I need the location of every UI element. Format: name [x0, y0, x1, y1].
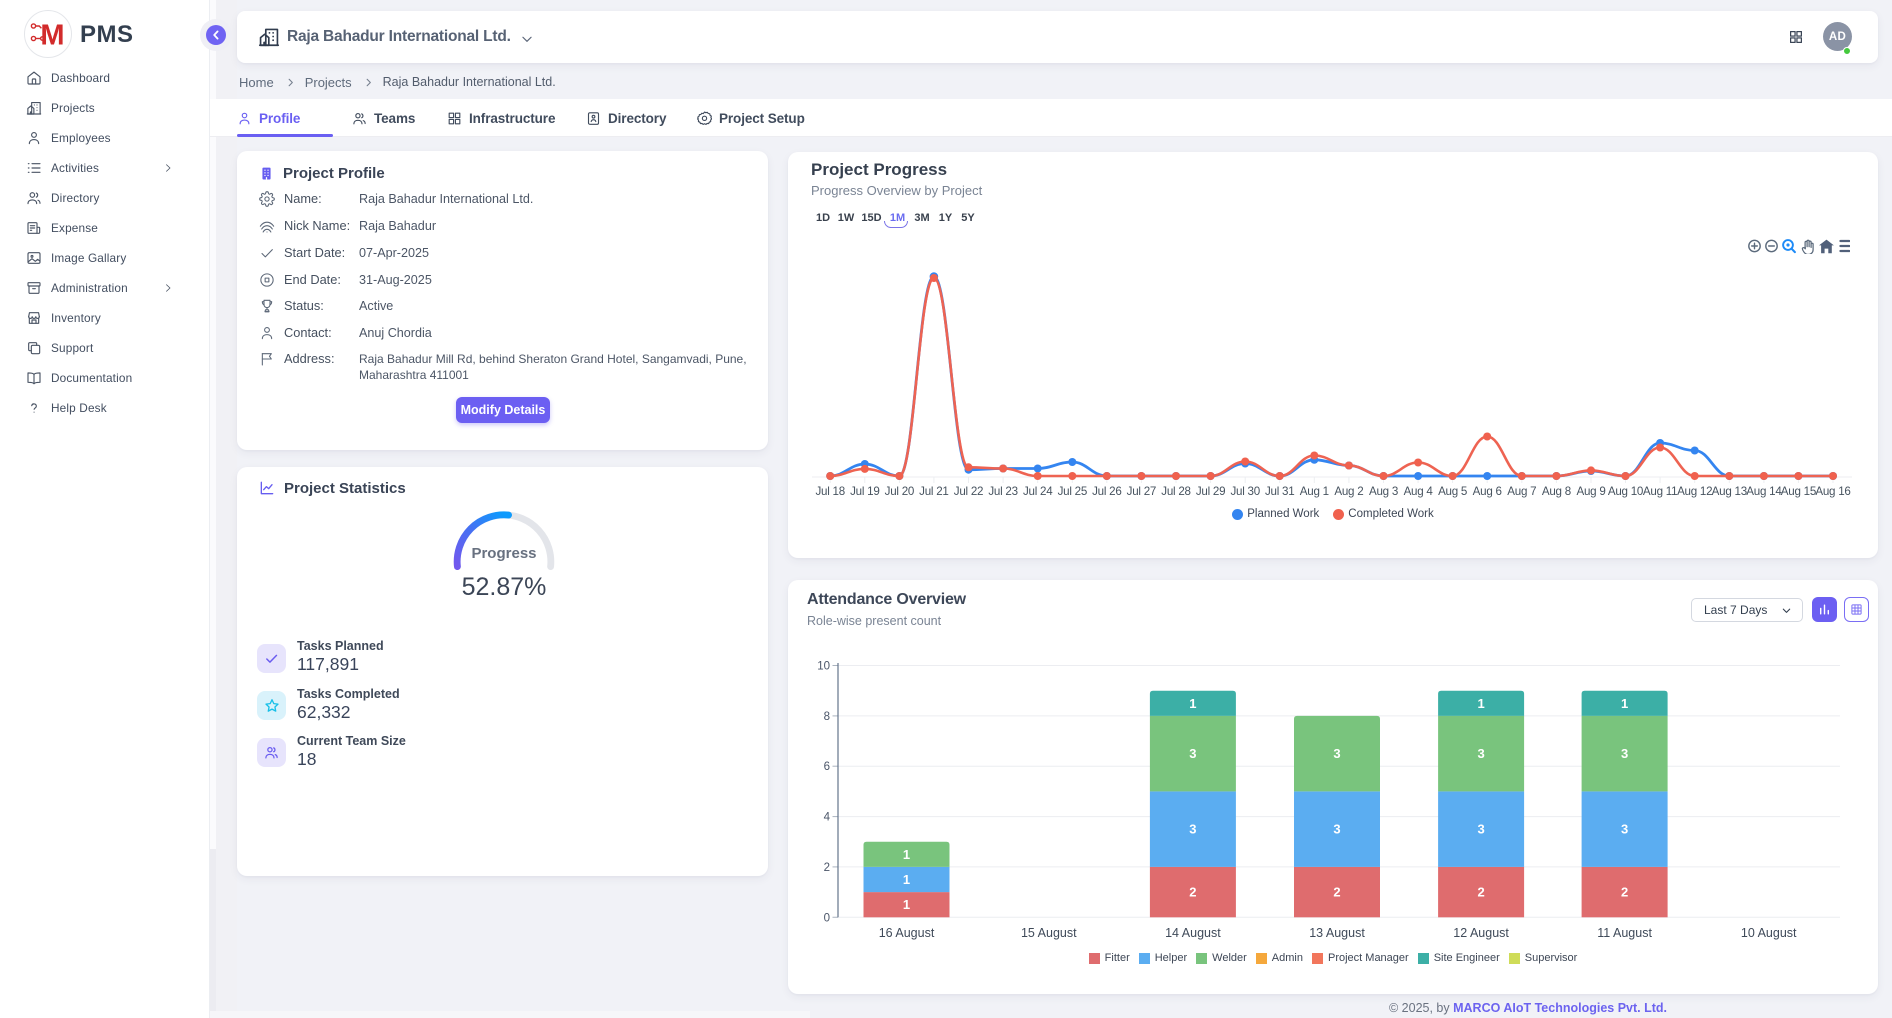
svg-text:15 August: 15 August [1021, 926, 1077, 940]
svg-text:Aug 4: Aug 4 [1404, 485, 1434, 498]
svg-text:14 August: 14 August [1165, 926, 1221, 940]
svg-text:3: 3 [1333, 746, 1340, 761]
svg-text:3: 3 [1189, 746, 1196, 761]
svg-text:Jul 30: Jul 30 [1230, 485, 1259, 498]
svg-text:1: 1 [903, 872, 910, 887]
svg-text:16 August: 16 August [879, 926, 935, 940]
svg-text:4: 4 [824, 812, 831, 824]
svg-text:Jul 26: Jul 26 [1092, 485, 1121, 498]
svg-text:0: 0 [824, 912, 830, 924]
svg-text:6: 6 [824, 761, 830, 773]
svg-text:Aug 9: Aug 9 [1576, 485, 1605, 498]
svg-text:Jul 18: Jul 18 [815, 485, 844, 498]
svg-text:12 August: 12 August [1453, 926, 1509, 940]
svg-text:Aug 3: Aug 3 [1369, 485, 1398, 498]
svg-text:1: 1 [903, 847, 910, 862]
svg-text:2: 2 [824, 862, 830, 874]
svg-text:3: 3 [1333, 822, 1340, 837]
svg-text:Aug 14: Aug 14 [1746, 485, 1782, 498]
svg-text:Aug 5: Aug 5 [1438, 485, 1467, 498]
svg-text:Jul 19: Jul 19 [850, 485, 879, 498]
svg-text:Aug 10: Aug 10 [1608, 485, 1643, 498]
svg-text:Aug 6: Aug 6 [1473, 485, 1502, 498]
svg-text:Jul 24: Jul 24 [1023, 485, 1053, 498]
svg-text:Jul 22: Jul 22 [954, 485, 983, 498]
svg-text:Jul 27: Jul 27 [1127, 485, 1156, 498]
svg-text:Jul 28: Jul 28 [1161, 485, 1190, 498]
svg-text:Aug 13: Aug 13 [1712, 485, 1747, 498]
svg-text:Aug 12: Aug 12 [1677, 485, 1712, 498]
svg-text:1: 1 [903, 897, 910, 912]
svg-text:1: 1 [1189, 696, 1196, 711]
svg-text:3: 3 [1621, 822, 1628, 837]
svg-text:11 August: 11 August [1597, 926, 1652, 940]
svg-text:Jul 20: Jul 20 [885, 485, 914, 498]
svg-text:Jul 21: Jul 21 [919, 485, 948, 498]
svg-text:2: 2 [1621, 885, 1628, 900]
svg-text:Jul 25: Jul 25 [1058, 485, 1087, 498]
svg-text:10 August: 10 August [1741, 926, 1797, 940]
svg-text:2: 2 [1189, 885, 1196, 900]
svg-text:M: M [40, 20, 64, 52]
svg-text:Aug 16: Aug 16 [1815, 485, 1850, 498]
svg-text:3: 3 [1477, 822, 1484, 837]
svg-text:Jul 23: Jul 23 [988, 485, 1017, 498]
svg-text:8: 8 [824, 711, 830, 723]
svg-text:2: 2 [1477, 885, 1484, 900]
svg-text:Aug 7: Aug 7 [1507, 485, 1536, 498]
svg-text:3: 3 [1189, 822, 1196, 837]
svg-text:3: 3 [1477, 746, 1484, 761]
svg-text:Aug 15: Aug 15 [1781, 485, 1816, 498]
svg-text:Aug 2: Aug 2 [1334, 485, 1363, 498]
svg-text:Aug 8: Aug 8 [1542, 485, 1571, 498]
svg-text:1: 1 [1477, 696, 1484, 711]
svg-text:Aug 11: Aug 11 [1643, 485, 1677, 498]
svg-text:Aug 1: Aug 1 [1300, 485, 1329, 498]
svg-text:13 August: 13 August [1309, 926, 1365, 940]
svg-text:3: 3 [1621, 746, 1628, 761]
svg-text:10: 10 [817, 661, 830, 673]
svg-text:2: 2 [1333, 885, 1340, 900]
svg-text:Jul 31: Jul 31 [1265, 485, 1294, 498]
svg-text:Jul 29: Jul 29 [1196, 485, 1225, 498]
svg-text:1: 1 [1621, 696, 1628, 711]
